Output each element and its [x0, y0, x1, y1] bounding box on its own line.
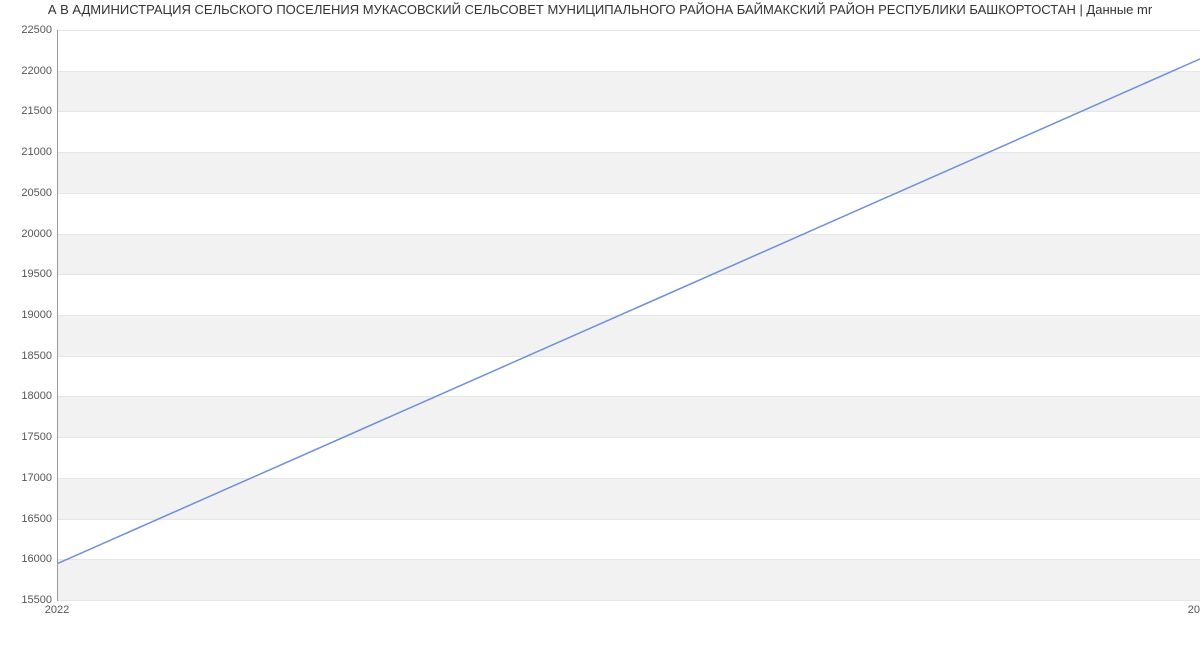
y-tick-label: 21000 — [4, 146, 52, 158]
y-tick-label: 17500 — [4, 431, 52, 443]
line-series — [58, 30, 1200, 600]
grid-line — [58, 600, 1200, 601]
y-tick-label: 18500 — [4, 350, 52, 362]
y-tick-label: 17000 — [4, 472, 52, 484]
chart-title: А В АДМИНИСТРАЦИЯ СЕЛЬСКОГО ПОСЕЛЕНИЯ МУ… — [0, 2, 1200, 17]
chart-container: А В АДМИНИСТРАЦИЯ СЕЛЬСКОГО ПОСЕЛЕНИЯ МУ… — [0, 0, 1200, 650]
y-tick-label: 21500 — [4, 105, 52, 117]
plot-area — [57, 30, 1200, 601]
y-tick-label: 22000 — [4, 65, 52, 77]
y-tick-label: 22500 — [4, 24, 52, 36]
chart-title-text: А В АДМИНИСТРАЦИЯ СЕЛЬСКОГО ПОСЕЛЕНИЯ МУ… — [48, 2, 1152, 17]
y-tick-label: 20500 — [4, 187, 52, 199]
y-tick-label: 16000 — [4, 553, 52, 565]
x-tick-label: 2022 — [45, 604, 69, 616]
y-tick-label: 19500 — [4, 268, 52, 280]
y-tick-label: 18000 — [4, 390, 52, 402]
x-tick-label: 2024 — [1188, 604, 1200, 616]
series-line — [58, 59, 1200, 564]
y-tick-label: 19000 — [4, 309, 52, 321]
y-tick-label: 16500 — [4, 513, 52, 525]
y-tick-label: 20000 — [4, 228, 52, 240]
